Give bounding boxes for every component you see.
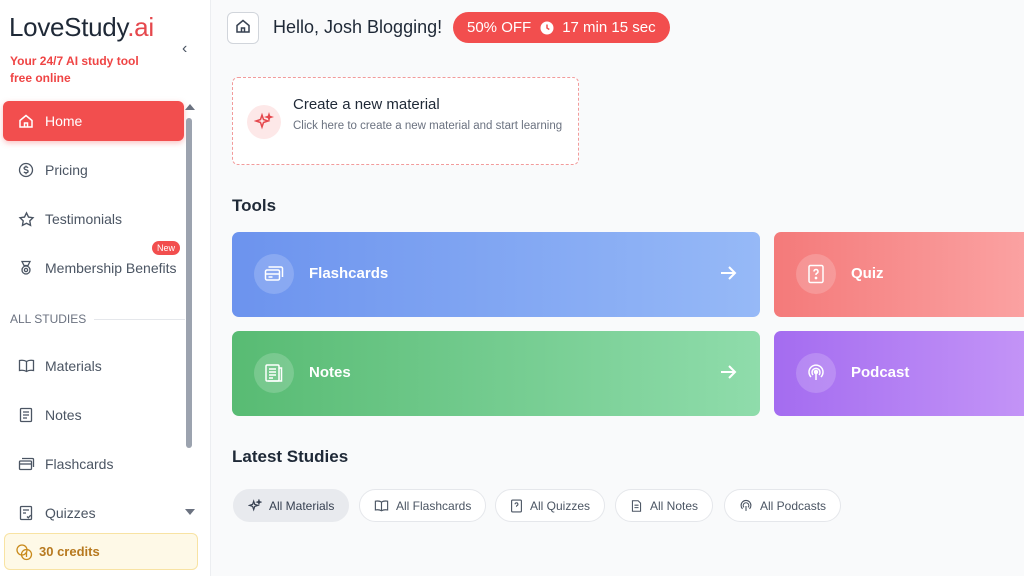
logo[interactable]: LoveStudy.ai	[9, 12, 154, 43]
tool-flashcards-card[interactable]: Flashcards	[232, 232, 760, 317]
flashcards-icon	[17, 455, 35, 473]
quiz-icon	[796, 254, 836, 294]
book-icon	[374, 499, 389, 513]
sidebar-item-label: Materials	[45, 358, 102, 374]
podcast-icon	[739, 499, 753, 513]
book-icon	[17, 357, 35, 375]
filter-all-quizzes[interactable]: All Quizzes	[495, 489, 606, 522]
tagline: Your 24/7 AI study tool free online	[10, 54, 139, 85]
promo-discount: 50% OFF	[467, 19, 532, 36]
notes-icon	[17, 406, 35, 424]
tools-heading: Tools	[232, 196, 277, 215]
filter-all-flashcards[interactable]: All Flashcards	[359, 489, 487, 522]
promo-timer: 17 min 15 sec	[562, 19, 656, 36]
tool-label: Podcast	[851, 364, 910, 381]
medal-icon	[17, 259, 35, 277]
collapse-sidebar-icon[interactable]: ‹	[182, 40, 187, 58]
sparkles-icon	[247, 105, 281, 139]
section-label-all-studies: ALL STUDIES	[10, 312, 185, 326]
create-material-title: Create a new material	[293, 96, 440, 113]
latest-studies-heading: Latest Studies	[232, 447, 349, 466]
tool-label: Flashcards	[309, 265, 389, 282]
sidebar-item-pricing[interactable]: Pricing	[3, 150, 184, 190]
tool-quiz-card[interactable]: Quiz	[774, 232, 1024, 317]
credits-label: 30 credits	[39, 544, 100, 559]
filter-label: All Flashcards	[396, 498, 472, 513]
create-material-subtitle: Click here to create a new material and …	[293, 120, 563, 132]
notes-icon	[630, 499, 643, 513]
filter-label: All Quizzes	[530, 498, 591, 513]
sidebar-item-quizzes[interactable]: Quizzes	[3, 493, 184, 533]
create-material-card[interactable]: Create a new material Click here to crea…	[232, 77, 579, 165]
filter-label: All Materials	[269, 498, 335, 513]
tool-notes-card[interactable]: Notes	[232, 331, 760, 416]
sparkles-icon	[248, 498, 262, 513]
sidebar: LoveStudy.ai Your 24/7 AI study tool fre…	[0, 0, 211, 576]
promo-badge[interactable]: 50% OFF 17 min 15 sec	[453, 12, 670, 43]
coins-icon	[15, 543, 33, 561]
sidebar-item-label: Membership Benefits	[45, 260, 177, 276]
greeting: Hello, Josh Blogging!	[273, 17, 443, 37]
podcast-icon	[796, 353, 836, 393]
arrow-right-icon	[718, 263, 738, 283]
dollar-icon	[17, 161, 35, 179]
sidebar-item-home[interactable]: Home	[3, 101, 184, 141]
sidebar-item-label: Home	[45, 113, 83, 129]
arrow-right-icon	[718, 362, 738, 382]
new-badge: New	[152, 241, 181, 255]
filter-all-podcasts[interactable]: All Podcasts	[724, 489, 842, 522]
sidebar-item-testimonials[interactable]: Testimonials	[3, 199, 184, 239]
flashcards-icon	[254, 254, 294, 294]
scroll-up-arrow[interactable]	[185, 104, 195, 110]
sidebar-item-label: Quizzes	[45, 505, 96, 521]
filter-all-notes[interactable]: All Notes	[615, 489, 714, 522]
clock-icon	[540, 21, 554, 35]
home-icon	[235, 18, 251, 39]
sidebar-item-materials[interactable]: Materials	[3, 346, 184, 386]
notes-icon	[254, 353, 294, 393]
tool-label: Notes	[309, 364, 351, 381]
sidebar-item-label: Notes	[45, 407, 82, 423]
credits-badge[interactable]: 30 credits	[4, 533, 198, 570]
sidebar-item-flashcards[interactable]: Flashcards	[3, 444, 184, 484]
sidebar-item-label: Flashcards	[45, 456, 114, 472]
star-icon	[17, 210, 35, 228]
quiz-icon	[510, 498, 523, 513]
filter-all-materials[interactable]: All Materials	[233, 489, 350, 522]
filter-label: All Podcasts	[760, 498, 827, 513]
sidebar-item-label: Testimonials	[45, 211, 123, 227]
sidebar-item-label: Pricing	[45, 162, 88, 178]
sidebar-item-notes[interactable]: Notes	[3, 395, 184, 435]
home-icon	[17, 112, 35, 130]
tool-podcast-card[interactable]: Podcast	[774, 331, 1024, 416]
filter-label: All Notes	[650, 498, 699, 513]
sidebar-scrollbar[interactable]	[186, 118, 192, 448]
tool-label: Quiz	[851, 265, 884, 282]
scroll-down-arrow[interactable]	[185, 509, 195, 515]
quiz-icon	[17, 504, 35, 522]
home-button[interactable]	[227, 12, 259, 44]
